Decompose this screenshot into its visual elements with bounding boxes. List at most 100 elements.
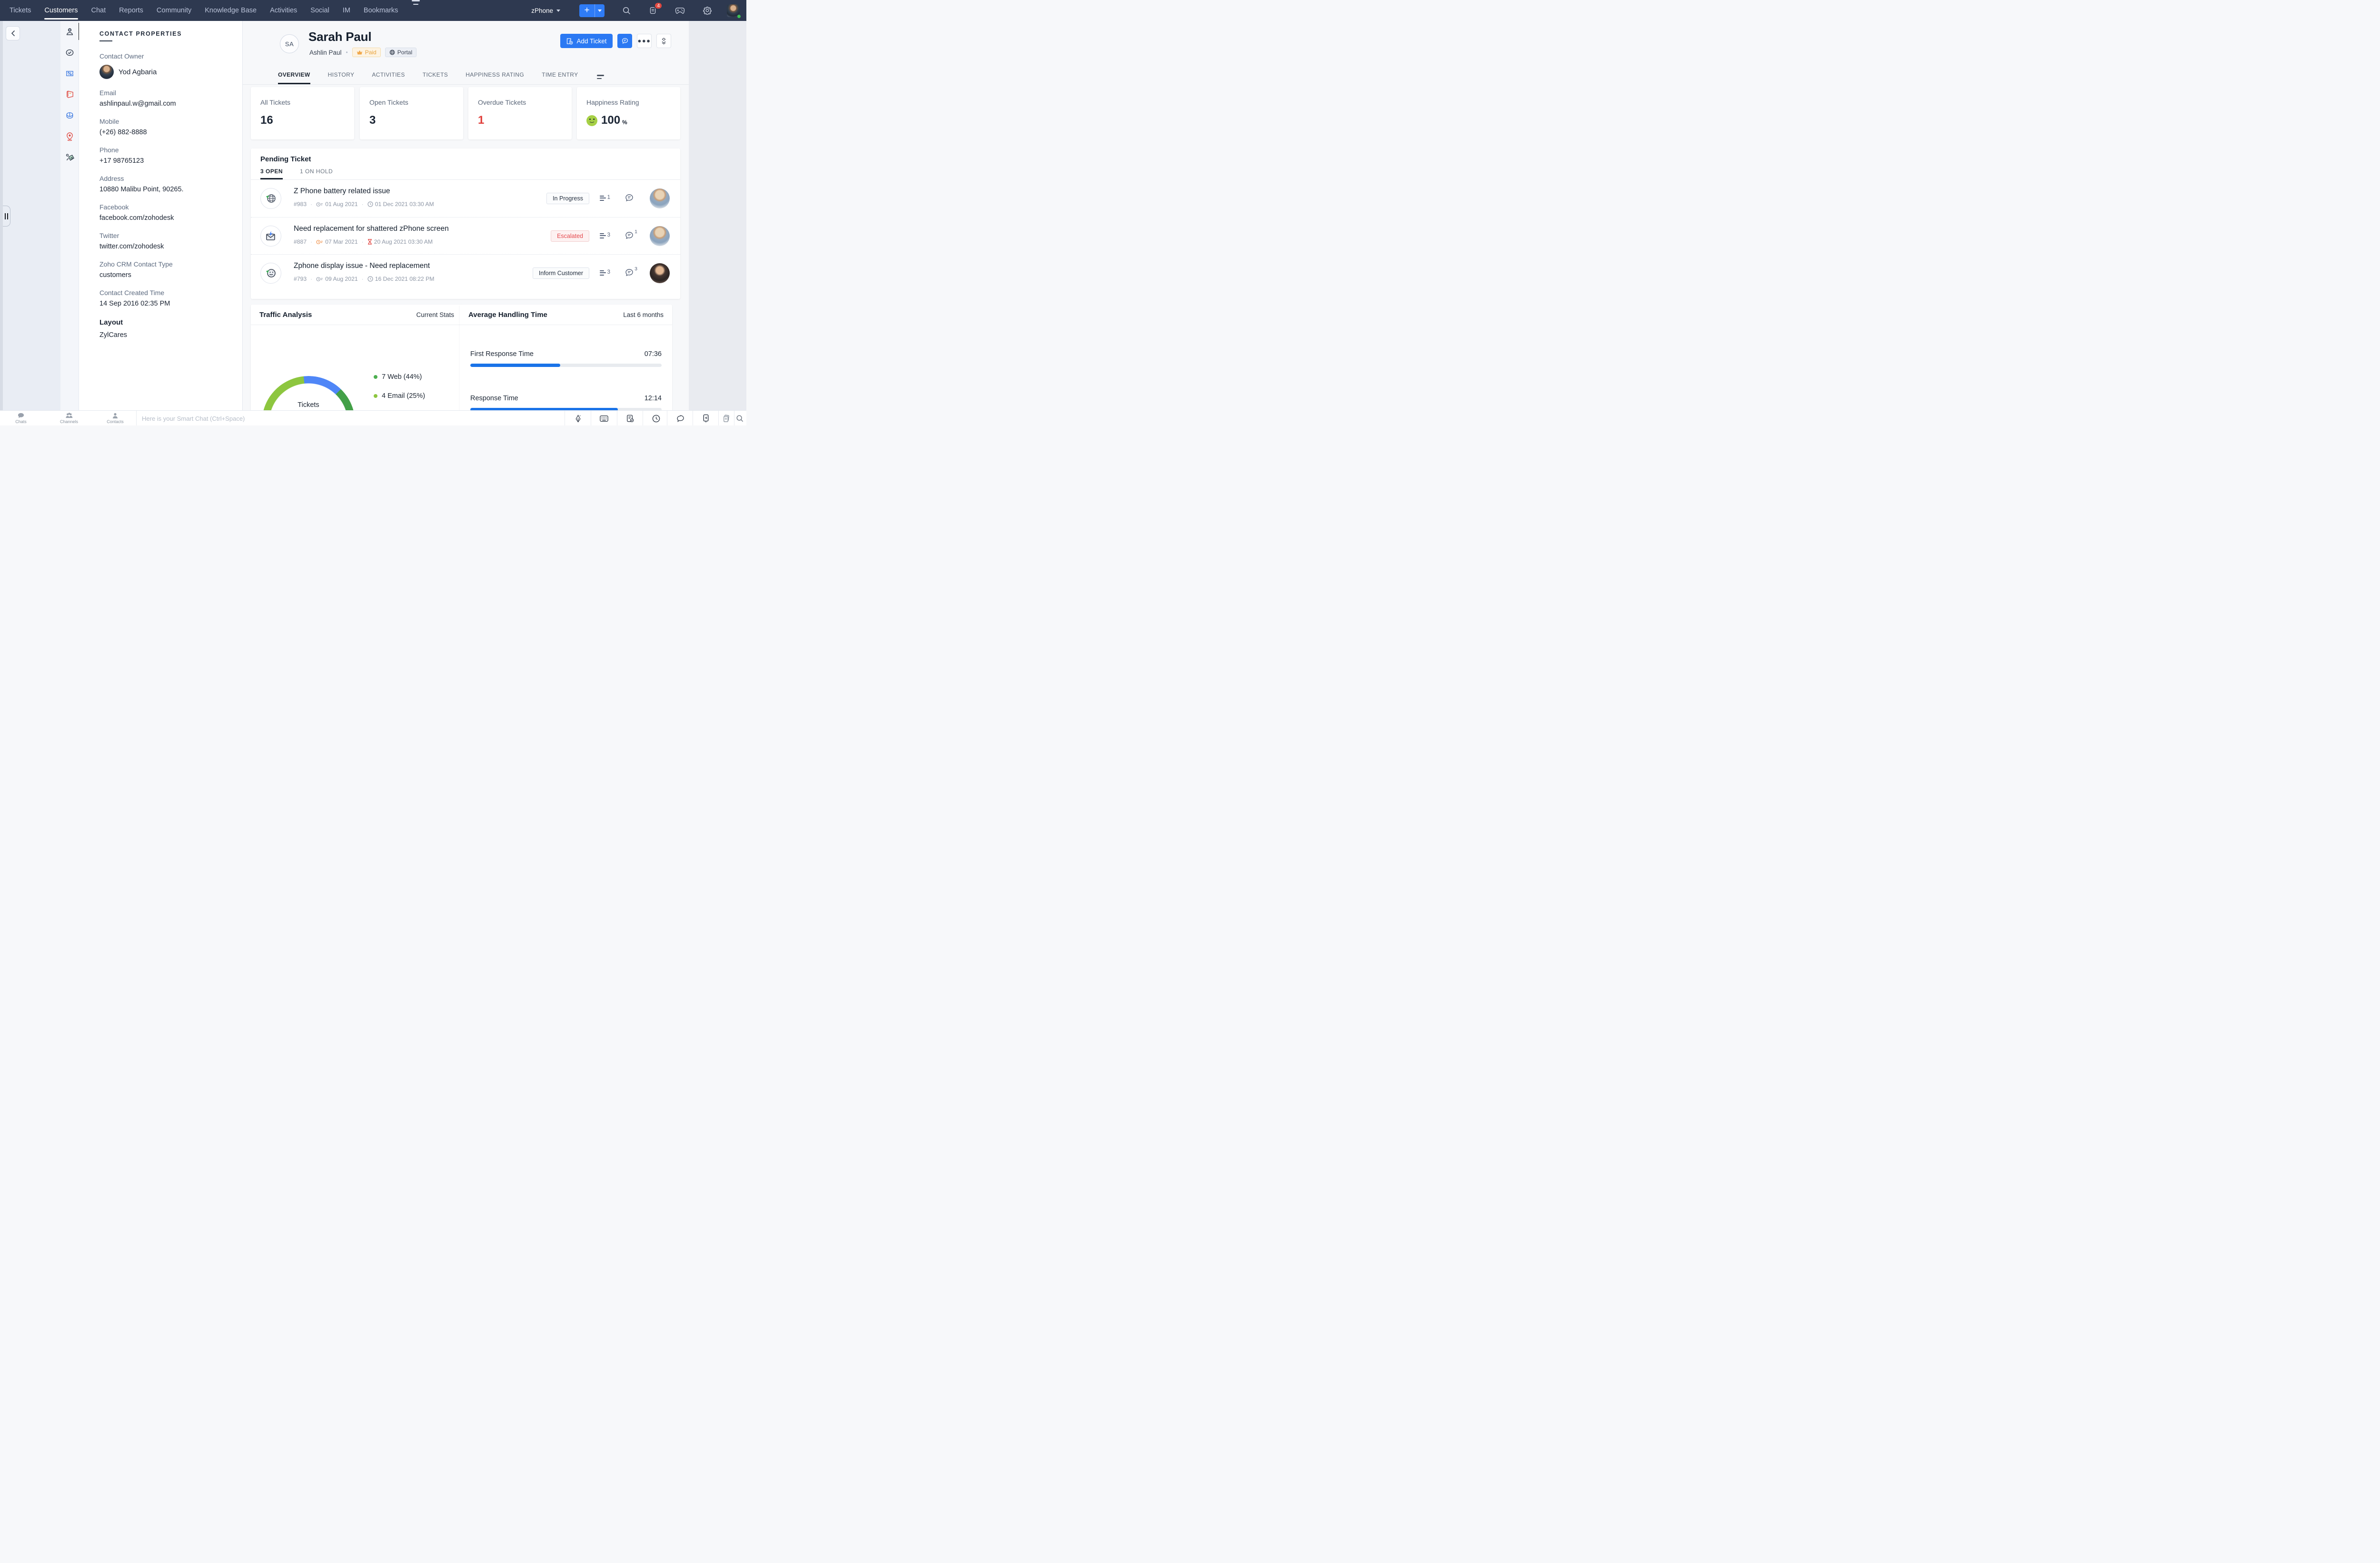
settings-button[interactable] — [703, 6, 712, 15]
tab-on-hold-tickets[interactable]: 1 ON HOLD — [300, 168, 333, 179]
rail-item-articles[interactable] — [60, 84, 79, 105]
stat-value: 3 — [369, 114, 376, 127]
stat-card-overdue-tickets[interactable]: Overdue Tickets 1 — [468, 87, 572, 139]
layout-value[interactable]: ZylCares — [99, 331, 228, 339]
quick-add-button[interactable]: + — [579, 4, 605, 17]
keyboard-shortcuts-button[interactable] — [591, 411, 617, 425]
tab-overview[interactable]: OVERVIEW — [278, 71, 310, 84]
stat-value: 1 — [478, 114, 485, 127]
copy-docs-button[interactable] — [716, 411, 735, 425]
ticket-thread-count[interactable]: 1 — [599, 195, 610, 201]
ticket-thread-count[interactable]: 3 — [599, 232, 610, 238]
nav-more-menu-icon[interactable] — [411, 0, 420, 21]
stat-card-open-tickets[interactable]: Open Tickets 3 — [360, 87, 463, 139]
assignee-avatar[interactable] — [650, 226, 670, 246]
recent-items-button[interactable] — [643, 411, 669, 425]
field-value[interactable]: (+26) 882-8888 — [99, 129, 228, 136]
field-value[interactable]: 14 Sep 2016 02:35 PM — [99, 300, 228, 307]
nav-item-community[interactable]: Community — [157, 0, 191, 21]
rail-item-contact[interactable] — [60, 21, 79, 42]
tab-time-entry[interactable]: TIME ENTRY — [542, 71, 578, 84]
layout-label: Layout — [99, 318, 123, 326]
chatbar-tab-chats[interactable]: Chats — [6, 411, 36, 425]
stat-card-all-tickets[interactable]: All Tickets 16 — [251, 87, 354, 139]
ticket-row[interactable]: Z Phone battery related issue #983 · 01 … — [251, 180, 680, 217]
notifications-button[interactable]: 4 — [649, 2, 663, 15]
ticket-comments-button[interactable]: 1 — [625, 229, 637, 240]
field-value[interactable]: customers — [99, 271, 228, 279]
zia-icon — [575, 414, 580, 423]
rail-item-reports[interactable] — [60, 105, 79, 126]
ticket-status-badge[interactable]: Escalated — [551, 230, 589, 242]
rail-item-locations[interactable] — [60, 126, 79, 147]
stack-view-button[interactable] — [656, 34, 671, 48]
field-value[interactable]: +17 98765123 — [99, 157, 228, 165]
tab-happiness-rating[interactable]: HAPPINESS RATING — [466, 71, 524, 84]
traffic-stats-selector[interactable]: Current Stats — [416, 311, 454, 318]
collapse-back-button[interactable] — [6, 26, 20, 40]
nav-item-chat[interactable]: Chat — [91, 0, 106, 21]
tab-activities[interactable]: ACTIVITIES — [372, 71, 405, 84]
add-ticket-button[interactable]: Add Ticket — [560, 34, 613, 48]
nav-item-social[interactable]: Social — [310, 0, 329, 21]
start-chat-button[interactable] — [617, 34, 632, 48]
gamescope-button[interactable] — [675, 7, 685, 14]
more-actions-button[interactable]: ●●● — [637, 34, 652, 48]
assignee-avatar[interactable] — [650, 263, 670, 283]
field-label: Email — [99, 89, 117, 97]
tab-open-tickets[interactable]: 3 OPEN — [260, 168, 283, 179]
nav-item-reports[interactable]: Reports — [119, 0, 143, 21]
field-facebook: Facebook facebook.com/zohodesk — [99, 203, 228, 222]
nav-item-im[interactable]: IM — [343, 0, 350, 21]
nav-item-activities[interactable]: Activities — [270, 0, 297, 21]
rail-item-tasks[interactable] — [60, 42, 79, 63]
ticket-title[interactable]: Zphone display issue - Need replacement — [294, 262, 430, 270]
field-value[interactable]: facebook.com/zohodesk — [99, 214, 228, 222]
assignee-avatar[interactable] — [650, 188, 670, 208]
ticket-title[interactable]: Z Phone battery related issue — [294, 187, 390, 196]
tabs-more-icon[interactable] — [596, 75, 604, 84]
tasks-button[interactable] — [617, 411, 643, 425]
nav-item-knowledge-base[interactable]: Knowledge Base — [205, 0, 257, 21]
smart-chat-input[interactable]: Here is your Smart Chat (Ctrl+Space) — [142, 411, 245, 425]
field-value[interactable]: ashlinpaul.w@gmail.com — [99, 100, 228, 108]
nav-item-customers[interactable]: Customers — [44, 0, 78, 21]
nav-item-tickets[interactable]: Tickets — [10, 0, 31, 21]
feedback-chat-button[interactable] — [667, 411, 693, 425]
aht-range-selector[interactable]: Last 6 months — [623, 311, 664, 318]
chatbar-tab-contacts[interactable]: Contacts — [100, 411, 130, 425]
search-button[interactable] — [622, 6, 631, 15]
department-selector[interactable]: zPhone — [531, 7, 560, 14]
ticket-comments-button[interactable]: 3 — [625, 266, 637, 277]
field-value[interactable]: twitter.com/zohodesk — [99, 243, 228, 250]
incoming-ticket-button[interactable] — [693, 411, 719, 425]
chat-search-button[interactable] — [733, 411, 746, 425]
rail-item-deals[interactable] — [60, 63, 79, 84]
ticket-title[interactable]: Need replacement for shattered zPhone sc… — [294, 225, 449, 233]
account-name-link[interactable]: Ashlin Paul — [309, 49, 342, 56]
tab-history[interactable]: HISTORY — [328, 71, 355, 84]
nav-item-bookmarks[interactable]: Bookmarks — [364, 0, 398, 21]
legend-item-email[interactable]: 4 Email (25%) — [374, 392, 425, 400]
ticket-status-badge[interactable]: In Progress — [546, 193, 589, 204]
legend-item-web[interactable]: 7 Web (44%) — [374, 373, 425, 381]
ticket-row[interactable]: Need replacement for shattered zPhone sc… — [251, 217, 680, 254]
paid-badge-label: Paid — [365, 49, 377, 56]
chatbar-tab-channels[interactable]: Channels — [54, 411, 84, 425]
quick-add-dropdown[interactable] — [595, 4, 605, 17]
contact-owner-row[interactable]: Yod Agbaria — [99, 65, 228, 79]
user-avatar[interactable] — [727, 4, 741, 19]
field-value[interactable]: 10880 Malibu Point, 90265. — [99, 186, 228, 193]
ticket-thread-count[interactable]: 3 — [599, 269, 610, 276]
zia-assistant-button[interactable] — [565, 411, 591, 425]
plus-icon[interactable]: + — [579, 4, 595, 17]
stat-card-happiness-rating[interactable]: Happiness Rating 100 % — [577, 87, 680, 139]
tab-tickets[interactable]: TICKETS — [423, 71, 448, 84]
ticket-row[interactable]: Zphone display issue - Need replacement … — [251, 254, 680, 291]
ticket-status-badge[interactable]: Inform Customer — [532, 267, 589, 279]
chatbar-tab-label: Contacts — [107, 419, 124, 424]
ticket-comments-button[interactable] — [625, 193, 634, 203]
panel-resize-handle[interactable] — [3, 206, 10, 227]
rail-item-integrations[interactable] — [60, 147, 79, 168]
chats-icon — [18, 413, 24, 418]
